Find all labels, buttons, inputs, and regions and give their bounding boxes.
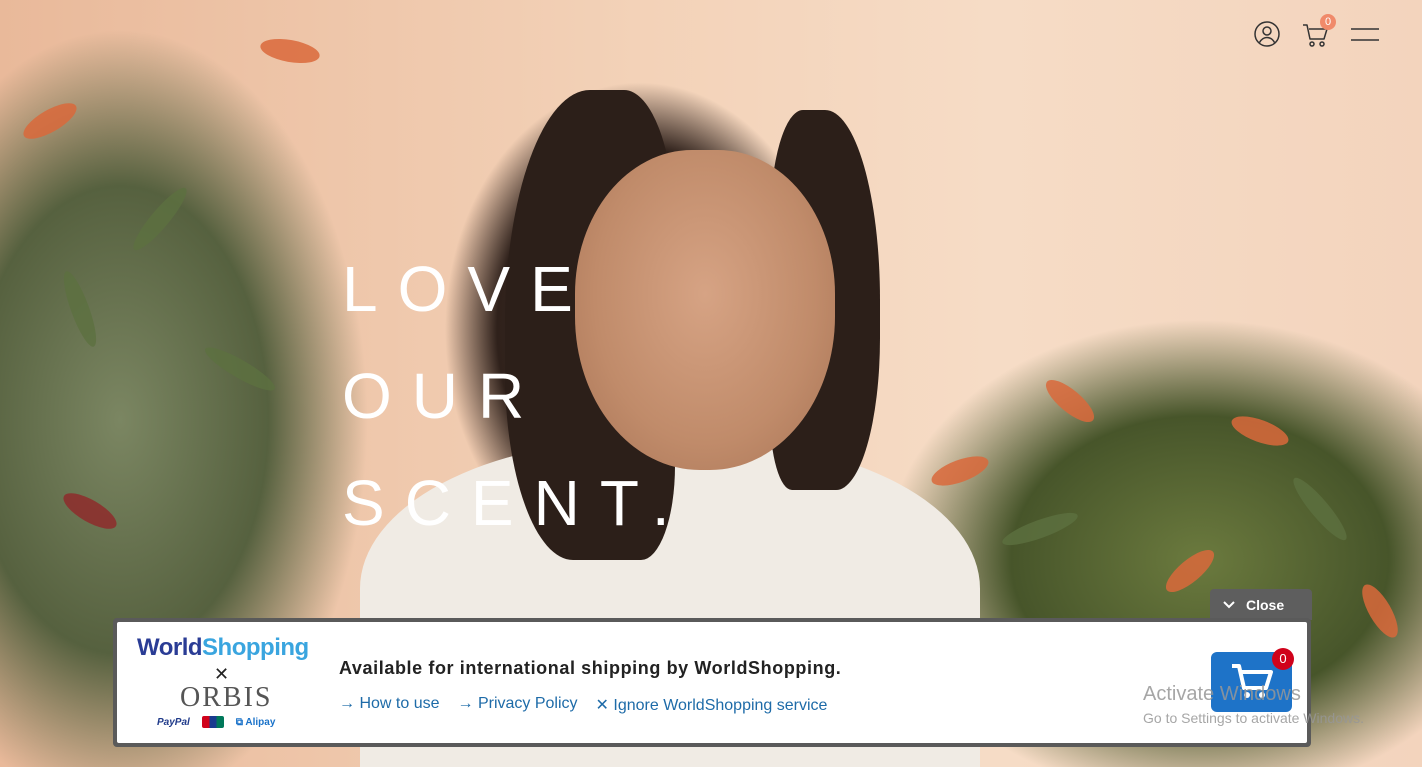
- logo-shopping-text: Shopping: [202, 634, 309, 661]
- flower: [1355, 579, 1405, 643]
- worldshopping-logo: WorldShopping: [137, 634, 309, 662]
- flower: [18, 96, 82, 146]
- watermark-title: Activate Windows: [1143, 683, 1301, 705]
- hero-line-love: LOVE: [342, 253, 593, 325]
- hero-headline: LOVE OUR SCENT.: [342, 236, 690, 557]
- how-to-use-label: How to use: [359, 695, 440, 712]
- worldshopping-message: Available for international shipping by …: [339, 658, 842, 678]
- worldshopping-close-button[interactable]: Close: [1210, 589, 1312, 620]
- arrow-right-icon: →: [339, 695, 355, 712]
- alipay-text: Alipay: [245, 716, 276, 728]
- cart-count-badge: 0: [1320, 14, 1336, 30]
- menu-button[interactable]: [1350, 18, 1380, 50]
- alipay-logo: ⧉ Alipay: [235, 716, 276, 728]
- user-circle-icon: [1254, 21, 1280, 47]
- worldshopping-cart-count: 0: [1272, 648, 1294, 670]
- privacy-policy-label: Privacy Policy: [477, 695, 578, 712]
- leaf: [127, 182, 193, 256]
- close-icon: ✕: [595, 697, 609, 714]
- account-button[interactable]: [1251, 18, 1283, 50]
- unionpay-icon: [201, 716, 224, 728]
- windows-activation-watermark: Activate Windows Go to Settings to activ…: [1143, 683, 1364, 726]
- leaf: [1287, 472, 1353, 546]
- how-to-use-link[interactable]: → How to use: [339, 695, 440, 715]
- flower: [258, 34, 322, 68]
- leaf: [999, 506, 1081, 552]
- worldshopping-banner: WorldShopping ✕ ORBIS PayPal ⧉ Alipay Av…: [113, 618, 1311, 747]
- flower: [1228, 410, 1292, 452]
- hamburger-menu-icon: [1351, 28, 1379, 41]
- hero-line-our: OUR: [342, 360, 545, 432]
- hero-line-scent: SCENT.: [342, 467, 690, 539]
- privacy-policy-link[interactable]: → Privacy Policy: [458, 695, 578, 715]
- flower: [1039, 373, 1101, 429]
- orbis-logo: ORBIS: [180, 682, 273, 713]
- arrow-right-icon: →: [457, 695, 474, 712]
- flower: [58, 486, 122, 536]
- payment-logos: PayPal ⧉ Alipay: [157, 716, 275, 728]
- paypal-logo: PayPal: [157, 716, 190, 728]
- watermark-subtitle: Go to Settings to activate Windows.: [1143, 710, 1364, 726]
- worldshopping-links: → How to use → Privacy Policy ✕ Ignore W…: [339, 695, 827, 715]
- leaf: [200, 341, 280, 397]
- logo-world-text: World: [137, 634, 203, 661]
- flower: [928, 450, 992, 492]
- ignore-service-label: Ignore WorldShopping service: [613, 697, 828, 714]
- chevron-down-icon: [1223, 600, 1235, 608]
- leaf: [57, 268, 103, 350]
- close-label: Close: [1246, 596, 1285, 613]
- ignore-service-link[interactable]: ✕ Ignore WorldShopping service: [596, 695, 828, 715]
